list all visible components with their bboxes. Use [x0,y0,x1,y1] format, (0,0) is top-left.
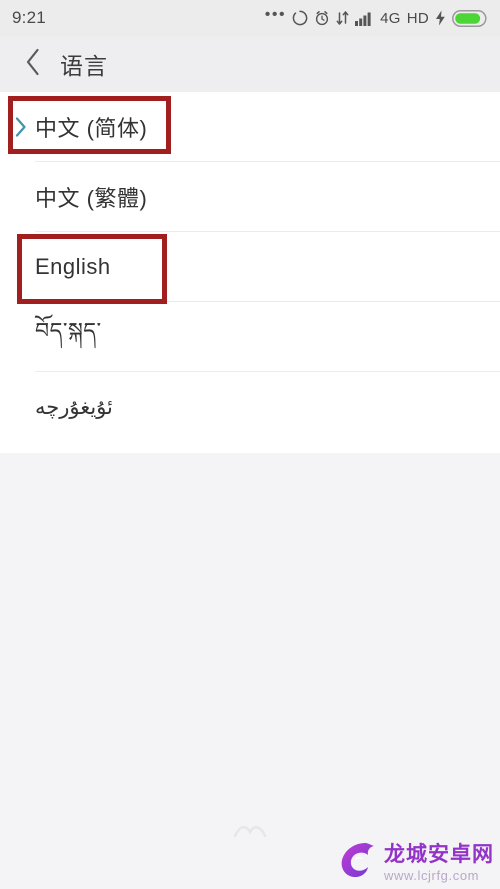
sync-circle-icon [292,10,308,26]
list-item-chinese-traditional[interactable]: 中文 (繁體) [0,162,500,232]
list-item-label: English [35,254,111,279]
status-bar: 9:21 ••• 4G HD [0,0,500,36]
battery-icon [452,9,488,27]
back-button[interactable] [16,44,50,84]
watermark-site-name: 龙城安卓网 [384,842,494,866]
lightning-bolt-icon [435,10,446,26]
list-item-label: བོད་སྐད་ [35,318,102,343]
watermark: 龙城安卓网 www.lcjrfg.com [336,840,494,885]
list-item-chinese-simplified[interactable]: 中文 (简体) [0,92,500,162]
home-gesture-icon [233,824,267,843]
list-item-label: 中文 (繁體) [35,186,148,211]
chevron-right-icon [14,116,28,138]
list-item-label: ئۇيغۇرچە [35,395,113,419]
chevron-left-icon [24,47,42,82]
watermark-text: 龙城安卓网 www.lcjrfg.com [384,844,494,882]
list-item-english[interactable]: English [0,232,500,302]
signal-bars-icon [355,11,374,26]
alarm-clock-icon [314,10,330,26]
app-bar: 语言 [0,36,500,92]
status-bar-clock: 9:21 [12,8,46,27]
watermark-url: www.lcjrfg.com [384,867,480,883]
list-item-tibetan[interactable]: བོད་སྐད་ [0,302,500,372]
phone-screen: 9:21 ••• 4G HD 语言 中文 (简体) 中文 (繁體) Englis… [0,0,500,889]
hd-label: HD [406,9,429,27]
language-list: 中文 (简体) 中文 (繁體) English བོད་སྐད་ ئۇيغۇرچ… [0,92,500,453]
status-bar-indicators: ••• 4G HD [264,6,488,27]
network-type-label: 4G [380,9,401,27]
list-item-label: 中文 (简体) [35,116,148,141]
page-title: 语言 [60,53,108,79]
dragon-logo-icon [336,840,378,885]
data-transfer-icon [336,10,349,26]
list-item-uyghur[interactable]: ئۇيغۇرچە [0,372,500,442]
more-dots-icon: ••• [264,6,287,23]
